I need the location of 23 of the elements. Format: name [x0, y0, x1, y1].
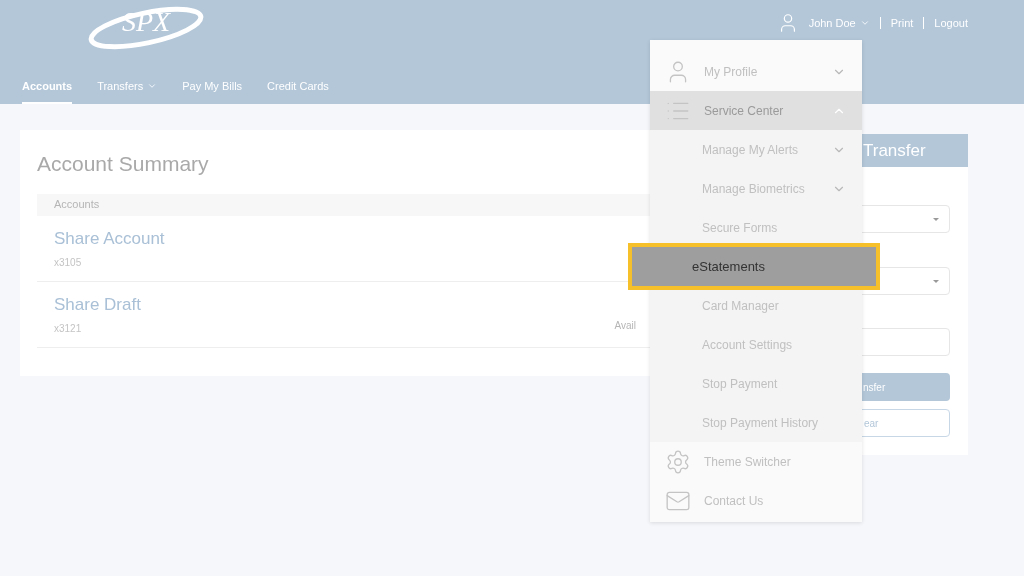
menu-item[interactable]: Service Center: [650, 91, 862, 130]
balance-label: Avail: [614, 318, 636, 333]
menu-item[interactable]: Contact Us: [650, 481, 862, 520]
account-link[interactable]: Share Account: [54, 225, 165, 252]
card-title: Account Summary: [37, 151, 210, 177]
nav-tab[interactable]: Credit Cards: [267, 77, 329, 104]
submenu-item[interactable]: eStatements: [628, 243, 880, 290]
settings-icon: [665, 448, 691, 475]
header-link[interactable]: Print: [890, 14, 914, 32]
menu-item[interactable]: My Profile: [650, 52, 862, 91]
nav-tab[interactable]: Accounts: [22, 77, 73, 104]
menu-item[interactable]: Theme Switcher: [650, 442, 862, 481]
account-link[interactable]: Share Draft: [54, 291, 141, 318]
user-menu-button[interactable]: John Doe: [808, 14, 870, 32]
nav-tab[interactable]: Transfers: [97, 77, 158, 104]
account-number: x3121: [54, 322, 83, 337]
caret-icon: [933, 279, 939, 283]
nav-tab[interactable]: Pay My Bills: [182, 77, 243, 104]
column-header: Accounts: [37, 193, 653, 216]
caret-icon: [933, 217, 939, 221]
chevron-down-icon: [859, 18, 870, 28]
header-link[interactable]: Logout: [934, 14, 968, 32]
account-number: x3105: [54, 256, 83, 271]
